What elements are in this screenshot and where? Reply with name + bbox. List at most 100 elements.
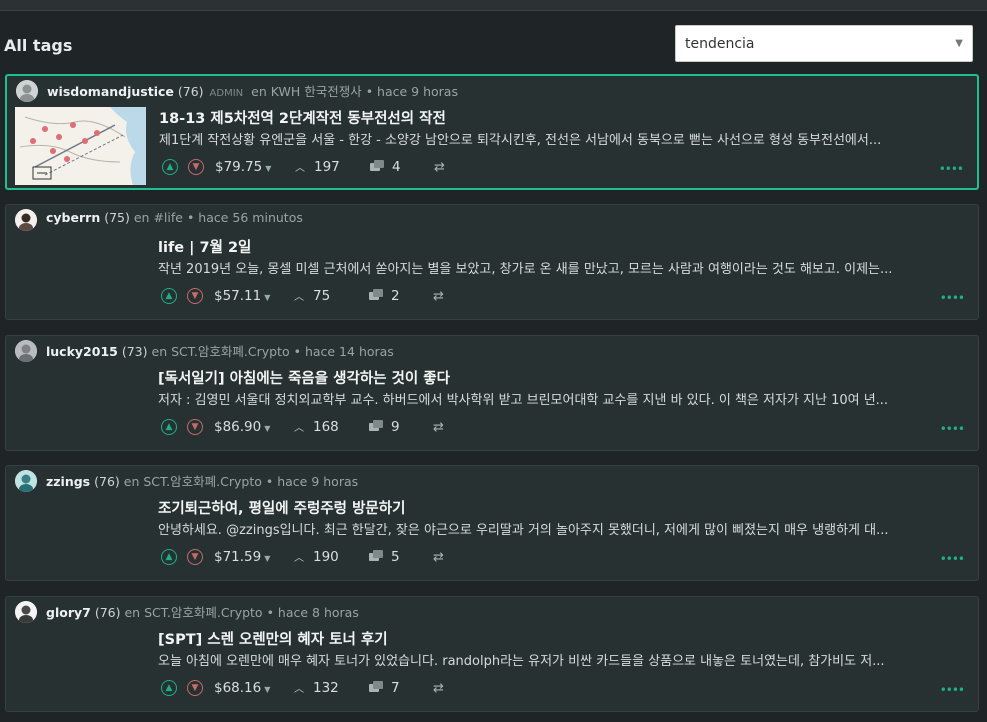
comment-count-value: 9 (391, 419, 400, 435)
post-card[interactable]: zzings (76) en SCT.암호화폐.Crypto • hace 9 … (5, 465, 979, 581)
avatar[interactable] (15, 209, 37, 231)
comment-count-value: 4 (392, 159, 401, 175)
upvote-button[interactable]: ▲ (162, 159, 178, 175)
comment-count-value: 7 (391, 680, 400, 696)
post-community[interactable]: en SCT.암호화폐.Crypto (124, 474, 262, 489)
post-excerpt[interactable]: 저자 : 김영민 서울대 정치외교학부 교수. 하버드에서 박사학위 받고 브린… (158, 389, 974, 408)
payout-value: $86.90 (214, 419, 262, 435)
page-title: All tags (4, 36, 73, 55)
sort-select[interactable]: tendencia ▼ (675, 25, 973, 62)
more-options-icon[interactable]: •••• (940, 683, 965, 697)
post-excerpt[interactable]: 작년 2019년 오늘, 몽셀 미셀 근처에서 쏟아지는 별을 보았고, 창가로… (158, 258, 974, 277)
vote-count-value: 197 (314, 159, 340, 175)
more-options-icon[interactable]: •••• (940, 422, 965, 436)
post-community[interactable]: en SCT.암호화폐.Crypto (124, 605, 262, 620)
chevron-down-icon: ▼ (191, 683, 199, 693)
upvote-button[interactable]: ▲ (161, 549, 177, 565)
reblog-button[interactable]: ⇄ (433, 289, 444, 304)
payout-dropdown[interactable]: $71.59 ▼ (214, 549, 270, 565)
upvote-button[interactable]: ▲ (161, 288, 177, 304)
payout-dropdown[interactable]: $79.75 ▼ (215, 159, 271, 175)
author-reputation: (76) (94, 605, 121, 620)
vote-count[interactable]: ︿ 75 (294, 288, 330, 304)
reblog-button[interactable]: ⇄ (433, 550, 444, 565)
author-name[interactable]: glory7 (46, 605, 91, 620)
post-time: • hace 9 horas (265, 474, 359, 489)
vote-count[interactable]: ︿ 197 (295, 159, 340, 175)
more-options-icon[interactable]: •••• (940, 291, 965, 305)
upvote-button[interactable]: ▲ (161, 680, 177, 696)
post-community[interactable]: en SCT.암호화폐.Crypto (152, 344, 290, 359)
downvote-button[interactable]: ▼ (187, 549, 203, 565)
chevron-down-icon: ▼ (955, 38, 963, 49)
payout-value: $71.59 (214, 549, 262, 565)
chevron-up-icon: ︿ (294, 553, 304, 564)
reblog-icon: ⇄ (433, 420, 444, 435)
post-meta: cyberrn (75) en #life • hace 56 minutos (46, 210, 303, 225)
vote-count[interactable]: ︿ 168 (294, 419, 339, 435)
upvote-button[interactable]: ▲ (161, 419, 177, 435)
post-time: • hace 14 horas (293, 344, 394, 359)
chevron-up-icon: ▲ (165, 422, 173, 432)
post-meta: zzings (76) en SCT.암호화폐.Crypto • hace 9 … (46, 471, 358, 490)
caret-down-icon: ▼ (265, 164, 272, 173)
vote-count[interactable]: ︿ 190 (294, 549, 339, 565)
chevron-up-icon: ▲ (165, 552, 173, 562)
downvote-button[interactable]: ▼ (187, 288, 203, 304)
vote-count-value: 190 (313, 549, 339, 565)
comments-icon (369, 550, 385, 562)
comment-count-value: 5 (391, 549, 400, 565)
avatar[interactable] (15, 470, 37, 492)
more-options-icon[interactable]: •••• (939, 162, 964, 176)
comment-count[interactable]: 7 (369, 680, 400, 696)
post-card[interactable]: cyberrn (75) en #life • hace 56 minutos … (5, 204, 979, 320)
reblog-button[interactable]: ⇄ (433, 420, 444, 435)
chevron-up-icon: ▲ (165, 683, 173, 693)
post-card[interactable]: wisdomandjustice (76) ADMIN en KWH 한국전쟁사… (5, 74, 979, 190)
post-title[interactable]: [SPT] 스렌 오렌만의 혜자 토너 후기 (158, 628, 388, 649)
avatar[interactable] (15, 601, 37, 623)
comment-count-value: 2 (391, 288, 400, 304)
post-card[interactable]: lucky2015 (73) en SCT.암호화폐.Crypto • hace… (5, 335, 979, 451)
author-name[interactable]: cyberrn (46, 210, 100, 225)
post-title[interactable]: 18-13 제5차전역 2단계작전 동부전선의 작전 (159, 107, 446, 128)
comments-icon (369, 681, 385, 693)
payout-value: $68.16 (214, 680, 262, 696)
post-title[interactable]: [독서일기] 아침에는 죽음을 생각하는 것이 좋다 (158, 367, 450, 388)
avatar[interactable] (16, 80, 38, 102)
post-card[interactable]: glory7 (76) en SCT.암호화폐.Crypto • hace 8 … (5, 596, 979, 712)
vote-count-value: 75 (313, 288, 331, 304)
post-community[interactable]: en KWH 한국전쟁사 (251, 84, 362, 99)
caret-down-icon: ▼ (264, 424, 271, 433)
more-options-icon[interactable]: •••• (940, 552, 965, 566)
post-title[interactable]: life | 7월 2일 (158, 236, 251, 257)
downvote-button[interactable]: ▼ (187, 419, 203, 435)
reblog-icon: ⇄ (434, 160, 445, 175)
author-name[interactable]: wisdomandjustice (47, 84, 174, 99)
payout-dropdown[interactable]: $57.11 ▼ (214, 288, 270, 304)
post-thumbnail[interactable] (15, 107, 146, 185)
comment-count[interactable]: 2 (369, 288, 400, 304)
payout-dropdown[interactable]: $68.16 ▼ (214, 680, 270, 696)
downvote-button[interactable]: ▼ (188, 159, 204, 175)
payout-dropdown[interactable]: $86.90 ▼ (214, 419, 270, 435)
admin-badge: ADMIN (209, 88, 244, 99)
reblog-button[interactable]: ⇄ (434, 160, 445, 175)
reblog-button[interactable]: ⇄ (433, 681, 444, 696)
author-name[interactable]: zzings (46, 474, 90, 489)
avatar[interactable] (15, 340, 37, 362)
vote-count[interactable]: ︿ 132 (294, 680, 339, 696)
chevron-up-icon: ▲ (165, 291, 173, 301)
downvote-button[interactable]: ▼ (187, 680, 203, 696)
post-title[interactable]: 조기퇴근하여, 평일에 주렁주렁 방문하기 (158, 497, 405, 518)
post-excerpt[interactable]: 오늘 아침에 오렌만에 매우 혜자 토너가 있었습니다. randolph라는 … (158, 650, 974, 669)
post-community[interactable]: en #life (134, 210, 183, 225)
reblog-icon: ⇄ (433, 289, 444, 304)
author-name[interactable]: lucky2015 (46, 344, 118, 359)
comment-count[interactable]: 5 (369, 549, 400, 565)
comments-icon (370, 160, 386, 172)
comment-count[interactable]: 9 (369, 419, 400, 435)
post-excerpt[interactable]: 제1단계 작전상황 유엔군을 서울 - 한강 - 소양강 남안으로 퇴각시킨후,… (159, 129, 975, 148)
post-excerpt[interactable]: 안녕하세요. @zzings입니다. 최근 한달간, 잦은 야근으로 우리딸과 … (158, 519, 974, 538)
comment-count[interactable]: 4 (370, 159, 401, 175)
